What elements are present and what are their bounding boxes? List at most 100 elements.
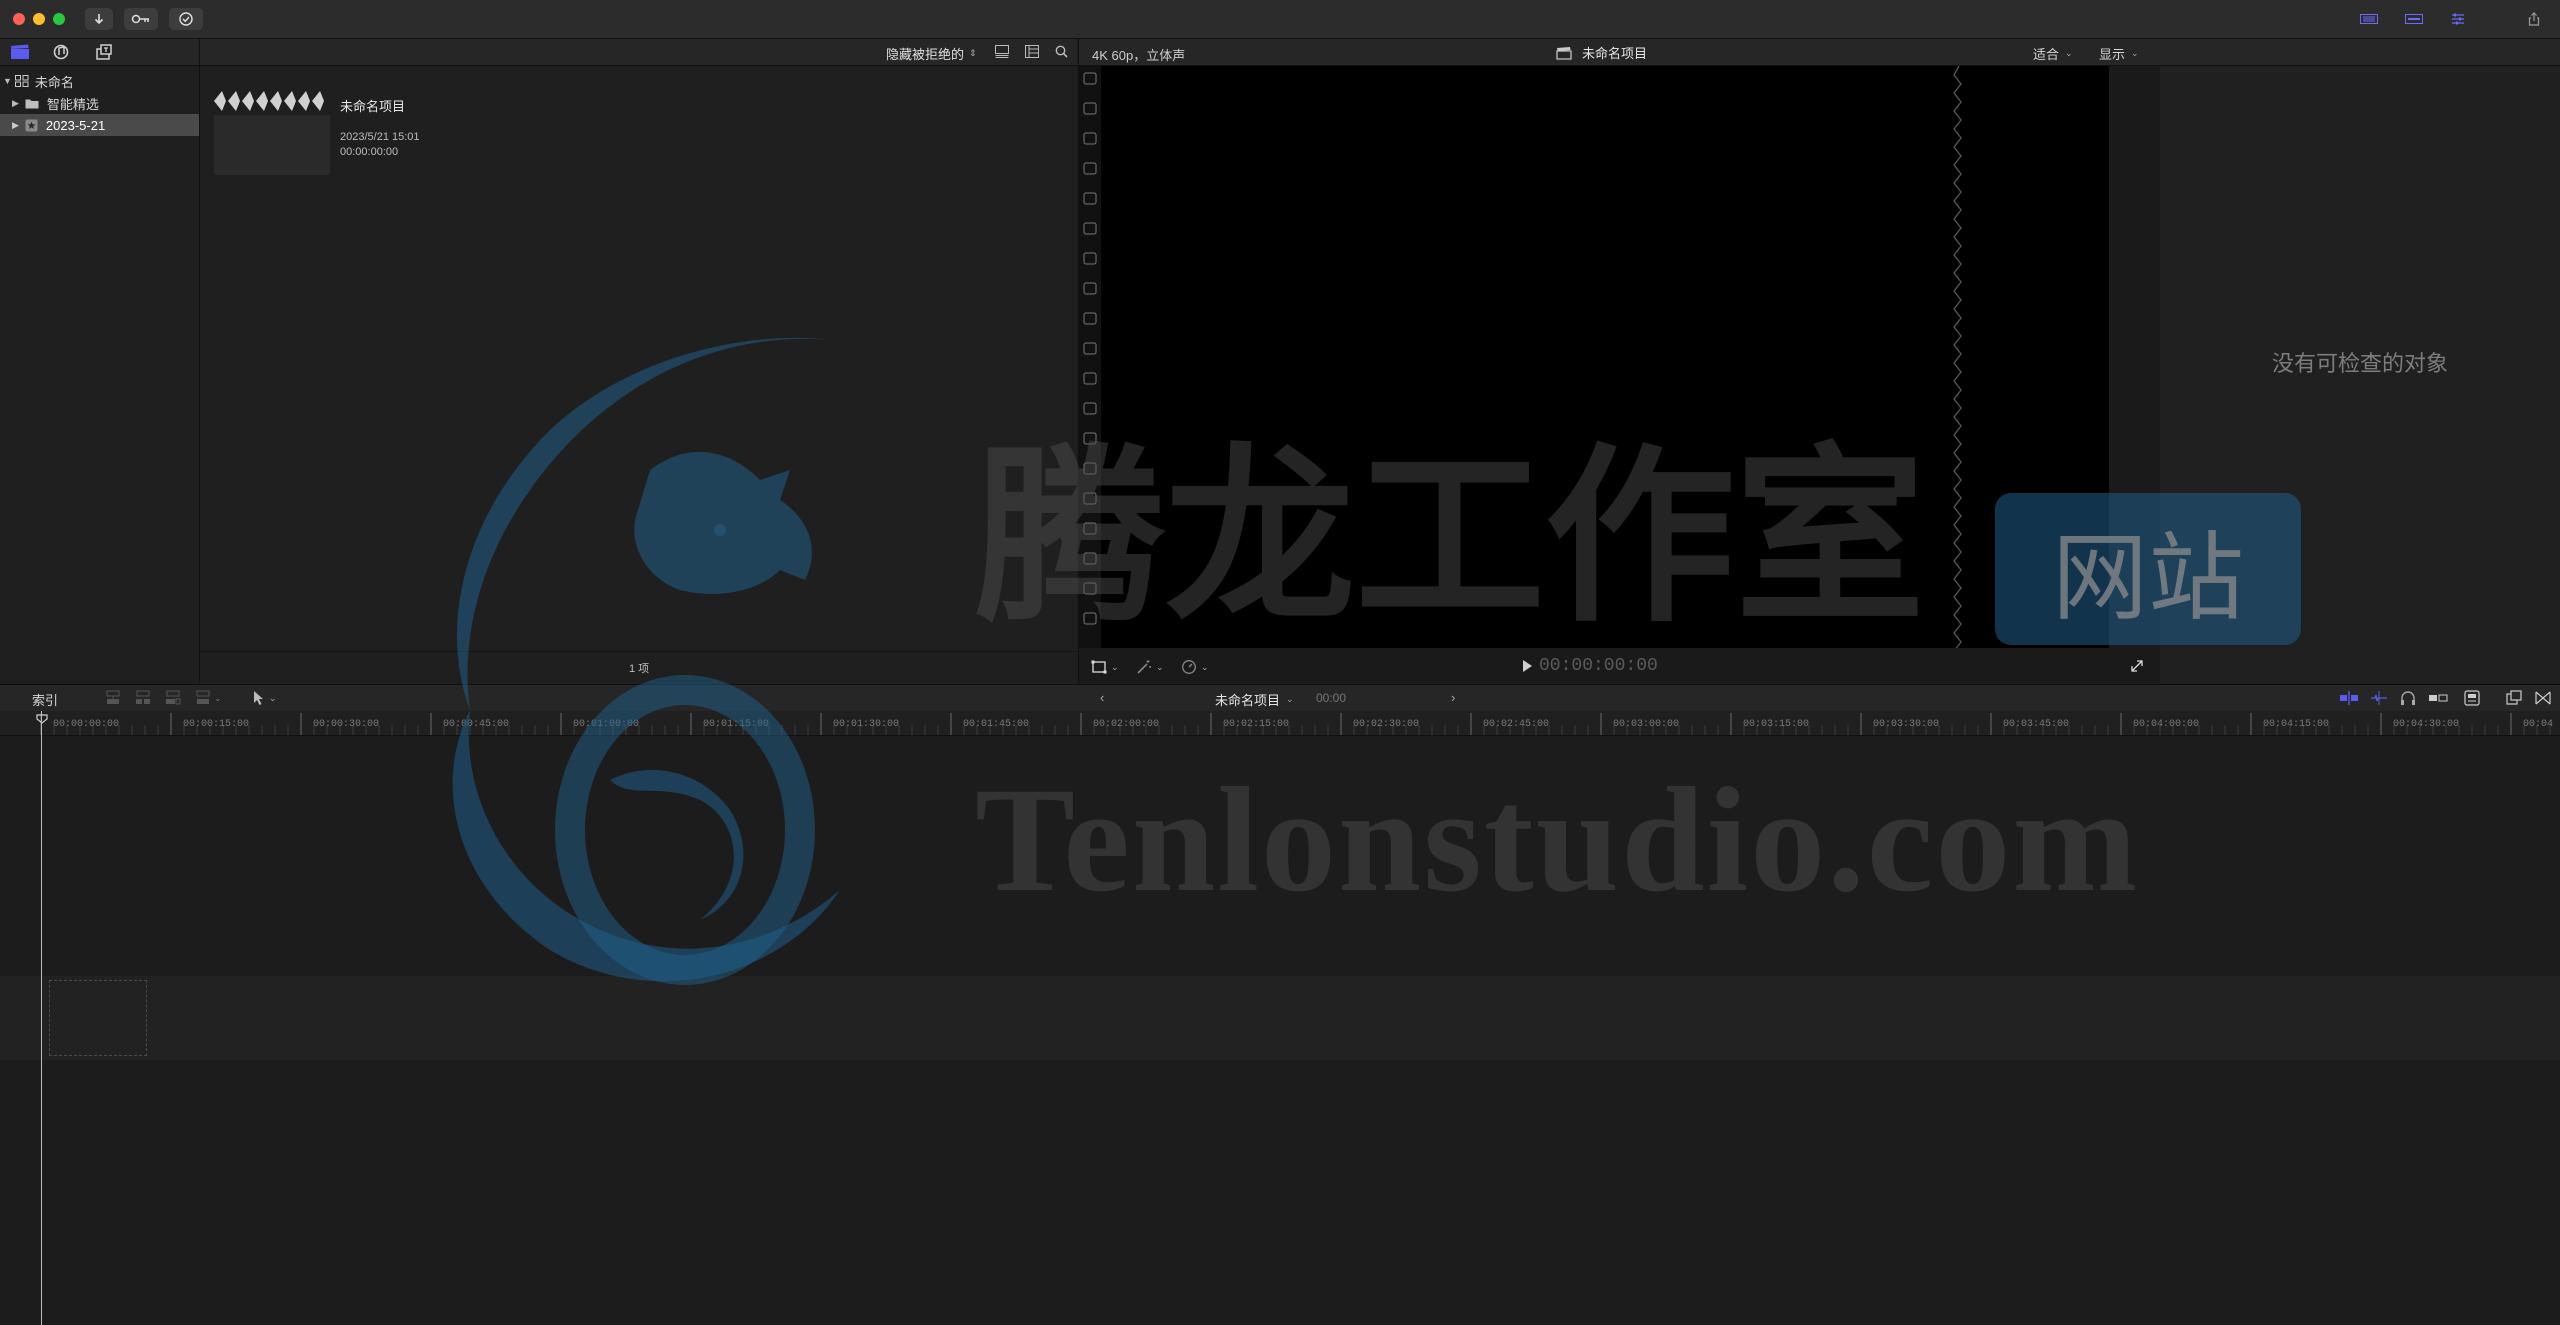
key-icon bbox=[131, 14, 149, 24]
ruler-label: 00:04:30:00 bbox=[2393, 719, 2460, 730]
zoom-window-button[interactable] bbox=[53, 13, 65, 25]
format-label: 4K 60p，立体声 bbox=[1092, 48, 1186, 63]
arrow-pointer-icon bbox=[254, 691, 263, 705]
clip-appearance-button[interactable] bbox=[995, 45, 1009, 58]
tool-select-popup[interactable]: ⌄ bbox=[252, 690, 277, 706]
append-edit-icon bbox=[166, 690, 181, 705]
background-tasks-button[interactable] bbox=[169, 8, 203, 30]
transform-popup[interactable]: ⌄ bbox=[1091, 660, 1119, 674]
audio-skimming-button[interactable] bbox=[2370, 691, 2388, 705]
effects-browser-button[interactable] bbox=[2506, 690, 2522, 706]
ruler-label: 00:01:00:00 bbox=[573, 719, 640, 730]
disclosure-closed-icon[interactable]: ▶ bbox=[12, 98, 19, 109]
zoom-fit-popup[interactable]: 适合 ⌄ bbox=[2033, 44, 2073, 63]
chevron-down-icon: ⌄ bbox=[269, 692, 277, 703]
sidebar-item-event-2023-5-21[interactable]: ▶ 2023-5-21 bbox=[0, 114, 199, 136]
empty-clip-placeholder[interactable] bbox=[49, 980, 147, 1056]
toggle-timeline-button[interactable] bbox=[2399, 8, 2429, 30]
effects-icon bbox=[2506, 690, 2522, 705]
fullscreen-button[interactable] bbox=[2131, 660, 2143, 672]
insert-clip-button[interactable] bbox=[135, 690, 151, 706]
clip-appearance-button[interactable] bbox=[2464, 690, 2480, 706]
keyword-button[interactable] bbox=[124, 8, 158, 30]
disclosure-open-icon[interactable]: ▼ bbox=[3, 76, 12, 86]
project-clip[interactable] bbox=[214, 89, 334, 177]
timeline-duration: 00:00 bbox=[1316, 691, 1347, 705]
close-window-button[interactable] bbox=[13, 13, 25, 25]
filmstrip-view-icon bbox=[995, 45, 1009, 58]
clip-filter-label: 隐藏被拒绝的 bbox=[886, 47, 965, 62]
skimming-button[interactable] bbox=[2340, 691, 2358, 705]
clapper-icon bbox=[11, 44, 29, 59]
photos-audio-tab[interactable] bbox=[52, 43, 70, 61]
viewer-timecode[interactable]: 00:00:00:00 bbox=[1539, 656, 1658, 676]
ruler-label: 00:00:00:00 bbox=[53, 719, 120, 730]
transitions-icon bbox=[2535, 691, 2551, 705]
libraries-tab[interactable] bbox=[10, 44, 30, 60]
project-popup[interactable]: 未命名项目 ⌄ bbox=[1215, 690, 1294, 709]
ruler-label: 00:04 bbox=[2523, 719, 2554, 730]
ruler-label: 00:03:45:00 bbox=[2003, 719, 2070, 730]
share-icon bbox=[2528, 12, 2540, 26]
append-clip-button[interactable] bbox=[165, 690, 181, 706]
watermark-badge-text: 网站 bbox=[2052, 524, 2244, 632]
viewer-project-title: 未命名项目 bbox=[1582, 46, 1648, 61]
timeline-ruler[interactable]: 00:00:00:00 00:00:15:00 00:00:30:00 00:00:4… bbox=[0, 711, 2560, 736]
disclosure-closed-icon[interactable]: ▶ bbox=[12, 120, 19, 131]
sliders-icon bbox=[2452, 13, 2464, 25]
search-button[interactable] bbox=[1055, 45, 1068, 58]
forward-button[interactable]: › bbox=[1451, 690, 1455, 705]
library-label: 未命名 bbox=[34, 74, 74, 90]
list-view-button[interactable] bbox=[1025, 45, 1039, 58]
transitions-browser-button[interactable] bbox=[2535, 690, 2551, 706]
clapper-stripes-icon bbox=[214, 89, 330, 113]
toggle-inspector-button[interactable] bbox=[2443, 8, 2473, 30]
share-button[interactable] bbox=[2519, 8, 2549, 30]
item-count: 1 项 bbox=[629, 663, 650, 675]
titles-icon bbox=[96, 44, 112, 60]
play-icon bbox=[1523, 660, 1532, 672]
overwrite-popup[interactable]: ⌄ bbox=[195, 690, 222, 706]
connect-clip-button[interactable] bbox=[105, 690, 121, 706]
ruler-label: 00:02:30:00 bbox=[1353, 719, 1420, 730]
titles-generators-tab[interactable] bbox=[95, 43, 113, 61]
project-title-area: 未命名项目 bbox=[1556, 43, 1647, 62]
index-button[interactable]: 索引 bbox=[32, 690, 58, 709]
search-icon bbox=[1055, 45, 1068, 58]
back-button[interactable]: ‹ bbox=[1100, 690, 1104, 705]
watermark-badge: 网站 bbox=[1995, 493, 2301, 645]
watermark-chinese-text: 腾龙工作室 bbox=[975, 435, 1926, 645]
crop-transform-icon bbox=[1091, 660, 1107, 674]
clip-filter-popup[interactable]: 隐藏被拒绝的 ⇕ bbox=[886, 44, 977, 63]
speed-popup[interactable]: ⌄ bbox=[1181, 659, 1209, 675]
viewer-footer: ⌄ ⌄ ⌄ 00:00:00:00 bbox=[1079, 650, 2160, 683]
playhead-marker-icon[interactable] bbox=[36, 714, 48, 724]
chevron-left-icon: ‹ bbox=[1100, 690, 1105, 705]
ruler-label: 00:03:15:00 bbox=[1743, 719, 1810, 730]
ruler-label: 00:04:00:00 bbox=[2133, 719, 2200, 730]
browser-footer: 1 项 bbox=[200, 651, 1077, 684]
primary-storyline[interactable] bbox=[0, 976, 2560, 1060]
solo-button[interactable] bbox=[2400, 690, 2416, 706]
speedometer-icon bbox=[1182, 660, 1196, 674]
playhead-line[interactable] bbox=[41, 711, 42, 1325]
enhancements-popup[interactable]: ⌄ bbox=[1136, 659, 1164, 675]
toggle-browser-button[interactable] bbox=[2354, 8, 2384, 30]
event-star-icon bbox=[25, 119, 38, 131]
ruler-label: 00:00:45:00 bbox=[443, 719, 510, 730]
ruler-label: 00:03:30:00 bbox=[1873, 719, 1940, 730]
sidebar-header bbox=[0, 39, 199, 66]
watermark-english-text: Tenlonstudio.com bbox=[975, 757, 2140, 923]
play-button[interactable] bbox=[1521, 659, 1533, 673]
chevron-down-icon: ⌄ bbox=[214, 692, 222, 703]
headphones-icon bbox=[2401, 691, 2415, 705]
library-row[interactable]: ▼ 未命名 bbox=[0, 70, 199, 92]
sidebar-item-smart-collections[interactable]: ▶ 智能精选 bbox=[0, 92, 199, 114]
import-button[interactable] bbox=[85, 8, 113, 30]
ruler-label: 00:00:30:00 bbox=[313, 719, 380, 730]
view-options-popup[interactable]: 显示 ⌄ bbox=[2099, 44, 2139, 63]
minimize-window-button[interactable] bbox=[33, 13, 45, 25]
snapping-button[interactable] bbox=[2428, 691, 2448, 705]
snapping-icon bbox=[2429, 694, 2448, 702]
connect-edit-icon bbox=[106, 690, 120, 704]
